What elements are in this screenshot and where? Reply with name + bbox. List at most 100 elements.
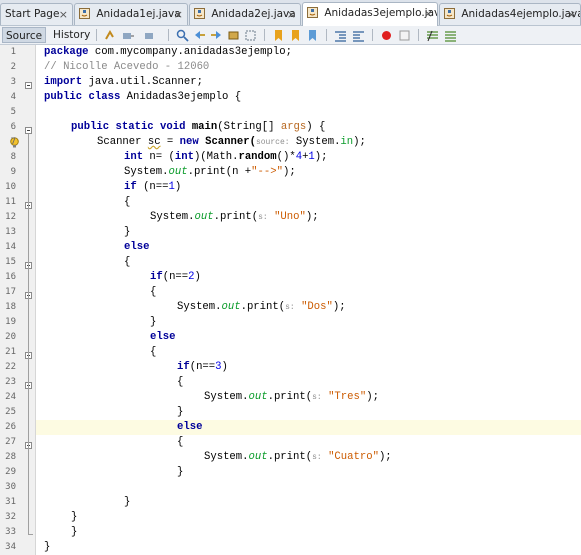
find-next-icon[interactable] (210, 29, 223, 42)
token-text: = (160, 136, 180, 148)
tab-anidada2ej[interactable]: Anidada2ej.java × (189, 3, 301, 25)
close-tab-icon[interactable]: × (59, 4, 68, 25)
token-text: .print( (267, 451, 313, 463)
editor-toolbar: Source History (0, 26, 581, 45)
token-static-field: out (168, 166, 188, 178)
line-number: 28 (5, 452, 16, 462)
back-icon[interactable] (121, 29, 134, 42)
token-text: { (124, 256, 131, 268)
start-macro-recording-icon[interactable] (380, 29, 393, 42)
find-icon[interactable] (176, 29, 189, 42)
line-number: 4 (10, 92, 16, 102)
code-line-31: } (124, 495, 130, 510)
editor-tab-bar: Start Page × Anidada1ej.java × Anidada2e… (0, 0, 581, 26)
token-text: .print( (267, 391, 313, 403)
source-view-button[interactable]: Source (2, 27, 47, 43)
fold-toggle-main[interactable] (25, 127, 32, 134)
token-text: ); (332, 301, 346, 313)
shift-line-right-icon[interactable] (352, 29, 365, 42)
code-line-28: System.out.print(s: "Cuatro"); (204, 450, 392, 465)
code-line-23: { (177, 375, 183, 390)
tab-anidada1ej[interactable]: Anidada1ej.java × (74, 3, 188, 25)
shift-line-left-icon[interactable] (334, 29, 347, 42)
toolbar-separator (418, 29, 419, 41)
token-hint: s: (285, 303, 295, 312)
toggle-rectangular-selection-icon[interactable] (244, 29, 257, 42)
code-line-11: { (124, 195, 130, 210)
line-number: 33 (5, 527, 16, 537)
token-text: } (177, 466, 184, 478)
token-text: ); (378, 451, 392, 463)
tab-label: Anidadas4ejemplo.java (461, 8, 581, 20)
last-edit-icon[interactable] (104, 29, 117, 42)
uncomment-icon[interactable] (444, 29, 457, 42)
code-line-21: { (150, 345, 156, 360)
toggle-bookmark-icon[interactable] (306, 29, 319, 42)
token-text: { (124, 196, 131, 208)
token-text: { (177, 436, 184, 448)
line-number: 1 (10, 47, 16, 57)
code-editor[interactable]: 1 2 3 4 5 6 7 8 9 10 11 12 13 14 15 16 17 18 19 20 21 22 23 24 2… (0, 45, 581, 555)
code-line-32: } (71, 510, 77, 525)
close-tab-icon[interactable]: × (174, 4, 183, 25)
token-keyword: int (174, 151, 194, 163)
stop-macro-recording-icon[interactable] (398, 29, 411, 42)
code-line-7: Scanner sc = new Scanner(source: System.… (97, 135, 366, 150)
token-text: System. (150, 211, 195, 223)
code-line-3: import java.util.Scanner; (44, 75, 203, 90)
token-text: (n== (136, 181, 169, 193)
line-number: 25 (5, 407, 16, 417)
code-line-33: } (71, 525, 77, 540)
line-number: 21 (5, 347, 16, 357)
line-number: 20 (5, 332, 16, 342)
tab-label: Start Page (5, 8, 60, 20)
token-hint: s: (312, 393, 322, 402)
token-text: n= ( (143, 151, 175, 163)
code-line-14: else (124, 240, 149, 255)
forward-icon[interactable] (143, 29, 156, 42)
code-line-27: { (177, 435, 183, 450)
close-tab-icon[interactable]: × (287, 4, 296, 25)
token-text: ); (282, 166, 296, 178)
fold-toggle-imports[interactable] (25, 82, 32, 89)
next-bookmark-icon[interactable] (289, 29, 302, 42)
code-line-34: } (44, 540, 50, 555)
close-tab-icon[interactable]: × (424, 3, 433, 24)
token-keyword: else (150, 331, 176, 343)
token-string: "Dos" (301, 301, 333, 313)
token-text: (n== (189, 361, 216, 373)
comment-icon[interactable] (426, 29, 439, 42)
toolbar-separator (96, 29, 97, 41)
history-view-button[interactable]: History (50, 27, 93, 43)
code-line-16: if(n==2) (150, 270, 201, 285)
code-line-17: { (150, 285, 156, 300)
line-number: 26 (5, 422, 16, 432)
code-line-10: if (n==1) (124, 180, 181, 195)
tab-start-page[interactable]: Start Page × (0, 3, 73, 25)
token-keyword: if (177, 361, 190, 373)
token-comment: // Nicolle Acevedo - 12060 (44, 61, 210, 73)
token-text: .print(n + (187, 166, 252, 178)
current-line-highlight (36, 420, 581, 435)
find-previous-icon[interactable] (193, 29, 206, 42)
close-tab-icon[interactable]: × (567, 4, 576, 25)
tab-anidadas4ejemplo[interactable]: Anidadas4ejemplo.java × (439, 3, 581, 25)
token-text: System. (124, 166, 169, 178)
token-text: System. (177, 301, 222, 313)
token-text: (String[] (217, 121, 281, 133)
token-text: Anidadas3ejemplo { (120, 91, 242, 103)
token-keyword: import (44, 76, 83, 88)
java-file-icon (307, 7, 318, 18)
line-number: 8 (10, 152, 16, 162)
tab-anidadas3ejemplo[interactable]: Anidadas3ejemplo.java × (302, 2, 438, 26)
line-number: 23 (5, 377, 16, 387)
code-line-25: } (177, 405, 183, 420)
toggle-highlight-icon[interactable] (227, 29, 240, 42)
token-keyword: else (124, 241, 150, 253)
token-method: random (238, 151, 277, 163)
token-keyword: static (115, 121, 154, 133)
token-text: } (124, 496, 131, 508)
line-number: 15 (5, 257, 16, 267)
line-number: 29 (5, 467, 16, 477)
previous-bookmark-icon[interactable] (272, 29, 285, 42)
